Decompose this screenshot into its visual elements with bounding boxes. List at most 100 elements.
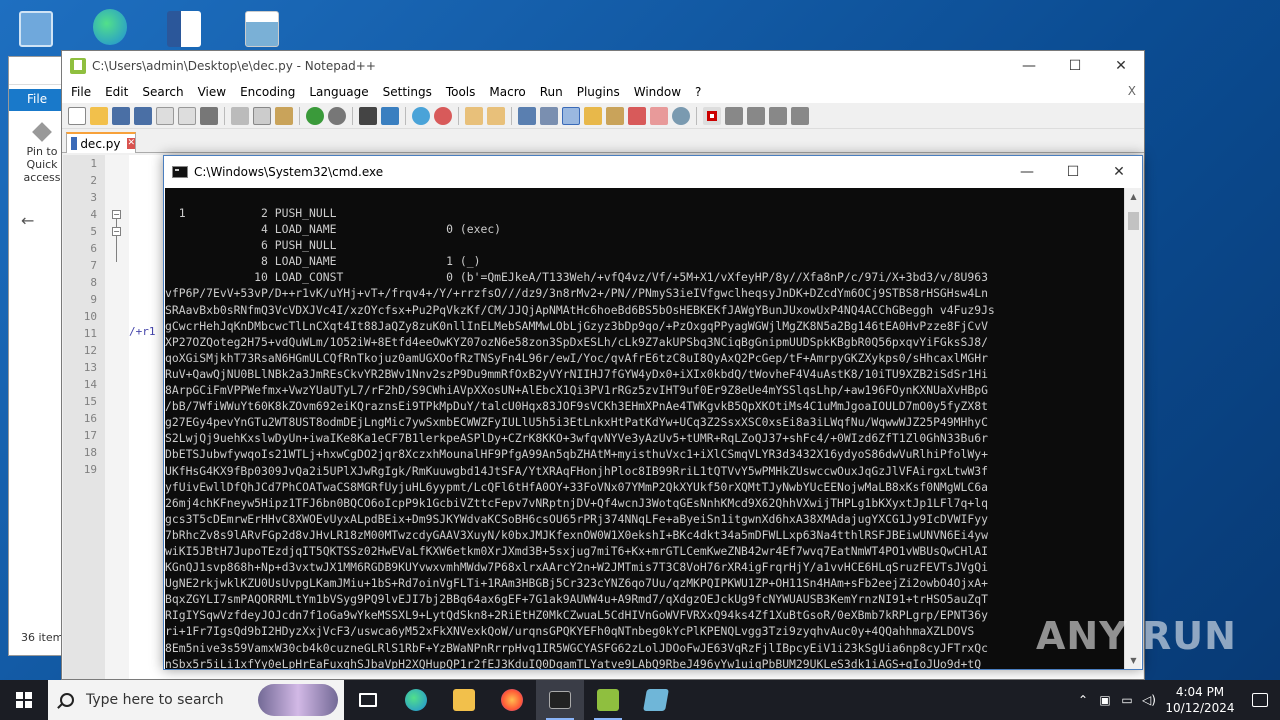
play-macro-icon[interactable] xyxy=(747,106,765,125)
new-file-icon[interactable] xyxy=(68,106,86,125)
fold-minus-icon[interactable]: − xyxy=(112,210,121,219)
file-explorer-taskbar-icon[interactable] xyxy=(440,680,488,720)
extra-app-taskbar-icon[interactable] xyxy=(632,680,680,720)
taskbar-clock[interactable]: 4:04 PM 10/12/2024 xyxy=(1160,684,1240,716)
scroll-up-icon[interactable]: ▲ xyxy=(1125,188,1142,205)
clock-date: 10/12/2024 xyxy=(1165,701,1235,715)
doc-map-icon[interactable] xyxy=(606,106,624,125)
redo-icon[interactable] xyxy=(328,106,346,125)
indent-guide-icon[interactable] xyxy=(562,106,580,125)
cmd-maximize-button[interactable]: ☐ xyxy=(1050,157,1096,187)
undo-icon[interactable] xyxy=(306,106,324,125)
taskbar-search-box[interactable]: Type here to search xyxy=(48,680,344,720)
monitoring-icon[interactable] xyxy=(672,106,690,125)
menu-file[interactable]: File xyxy=(64,85,98,99)
pin-icon xyxy=(32,122,52,142)
menu-view[interactable]: View xyxy=(191,85,233,99)
file-icon xyxy=(71,137,78,150)
clock-time: 4:04 PM xyxy=(1175,685,1225,699)
zoom-in-icon[interactable] xyxy=(412,106,430,125)
network-icon[interactable]: ▭ xyxy=(1116,693,1138,707)
find-icon[interactable] xyxy=(359,106,377,125)
copy-icon[interactable] xyxy=(253,106,271,125)
fold-margin: − − xyxy=(105,155,129,679)
windows-logo-icon xyxy=(16,692,32,708)
play-multiple-icon[interactable] xyxy=(769,106,787,125)
menu-tools[interactable]: Tools xyxy=(439,85,483,99)
fold-minus-icon[interactable]: − xyxy=(112,227,121,236)
show-all-chars-icon[interactable] xyxy=(540,106,558,125)
print-icon[interactable] xyxy=(200,106,218,125)
notification-center-icon[interactable] xyxy=(1240,693,1280,707)
line-number: 10 xyxy=(83,310,97,323)
open-file-icon[interactable] xyxy=(90,106,108,125)
menu-plugins[interactable]: Plugins xyxy=(570,85,627,99)
explorer-ribbon xyxy=(9,57,67,85)
cmd-close-button[interactable]: ✕ xyxy=(1096,157,1142,187)
firefox-taskbar-icon[interactable] xyxy=(488,680,536,720)
show-hidden-icons-chevron-icon[interactable]: ⌃ xyxy=(1072,693,1094,707)
volume-icon[interactable]: ◁) xyxy=(1138,693,1160,707)
close-all-icon[interactable] xyxy=(178,106,196,125)
close-document-button[interactable]: X xyxy=(1128,84,1136,98)
line-number: 5 xyxy=(90,225,97,238)
stop-macro-icon[interactable] xyxy=(725,106,743,125)
recycle-bin-icon[interactable] xyxy=(12,8,60,50)
menu-window[interactable]: Window xyxy=(627,85,688,99)
tab-close-icon[interactable]: ✕ xyxy=(127,138,135,149)
cmd-title: C:\Windows\System32\cmd.exe xyxy=(194,165,384,179)
image-file-icon[interactable] xyxy=(238,8,286,50)
edge-taskbar-icon[interactable] xyxy=(392,680,440,720)
menu-macro[interactable]: Macro xyxy=(482,85,532,99)
save-macro-icon[interactable] xyxy=(791,106,809,125)
menu-run[interactable]: Run xyxy=(533,85,570,99)
replace-icon[interactable] xyxy=(381,106,399,125)
cut-icon[interactable] xyxy=(231,106,249,125)
sync-horizontal-icon[interactable] xyxy=(487,106,505,125)
line-number: 3 xyxy=(90,191,97,204)
zoom-out-icon[interactable] xyxy=(434,106,452,125)
close-button[interactable]: ✕ xyxy=(1098,51,1144,81)
line-number: 6 xyxy=(90,242,97,255)
folder-workspace-icon[interactable] xyxy=(650,106,668,125)
fold-line xyxy=(116,236,117,262)
edge-icon[interactable] xyxy=(86,6,134,48)
scroll-thumb[interactable] xyxy=(1128,212,1139,230)
task-view-icon[interactable] xyxy=(344,680,392,720)
taskbar: Type here to search ⌃ ▣ ▭ ◁) 4:04 PM 10/… xyxy=(0,680,1280,720)
console-scrollbar[interactable]: ▲ ▼ xyxy=(1124,188,1141,669)
back-arrow-icon[interactable]: ← xyxy=(21,211,34,230)
function-list-icon[interactable] xyxy=(628,106,646,125)
line-number: 19 xyxy=(83,463,97,476)
menu-language[interactable]: Language xyxy=(302,85,375,99)
menu-search[interactable]: Search xyxy=(135,85,190,99)
minimize-button[interactable]: — xyxy=(1006,51,1052,81)
menu-encoding[interactable]: Encoding xyxy=(233,85,302,99)
device-icon[interactable]: ▣ xyxy=(1094,693,1116,707)
menu-settings[interactable]: Settings xyxy=(376,85,439,99)
cmd-minimize-button[interactable]: — xyxy=(1004,157,1050,187)
sync-vertical-icon[interactable] xyxy=(465,106,483,125)
menu-edit[interactable]: Edit xyxy=(98,85,135,99)
notepadpp-taskbar-icon[interactable] xyxy=(584,680,632,720)
save-all-icon[interactable] xyxy=(134,106,152,125)
word-wrap-icon[interactable] xyxy=(518,106,536,125)
maximize-button[interactable]: ☐ xyxy=(1052,51,1098,81)
menu-help[interactable]: ? xyxy=(688,85,708,99)
tab-dec-py[interactable]: dec.py ✕ xyxy=(66,132,136,153)
system-tray: ⌃ ▣ ▭ ◁) 4:04 PM 10/12/2024 xyxy=(1072,680,1280,720)
cmd-taskbar-icon[interactable] xyxy=(536,680,584,720)
save-icon[interactable] xyxy=(112,106,130,125)
toolbar-separator xyxy=(224,106,225,125)
word-doc-icon[interactable] xyxy=(160,8,208,50)
line-number: 2 xyxy=(90,174,97,187)
close-file-icon[interactable] xyxy=(156,106,174,125)
console-output[interactable]: 1 2 PUSH_NULL 4 LOAD_NAME 0 (exec) 6 PUS… xyxy=(165,188,1125,669)
udl-icon[interactable] xyxy=(584,106,602,125)
paste-icon[interactable] xyxy=(275,106,293,125)
record-macro-icon[interactable] xyxy=(703,106,721,125)
start-button[interactable] xyxy=(0,680,48,720)
toolbar-separator xyxy=(299,106,300,125)
notepadpp-titlebar: C:\Users\admin\Desktop\e\dec.py - Notepa… xyxy=(62,51,1144,81)
explorer-file-tab[interactable]: File xyxy=(9,89,67,111)
